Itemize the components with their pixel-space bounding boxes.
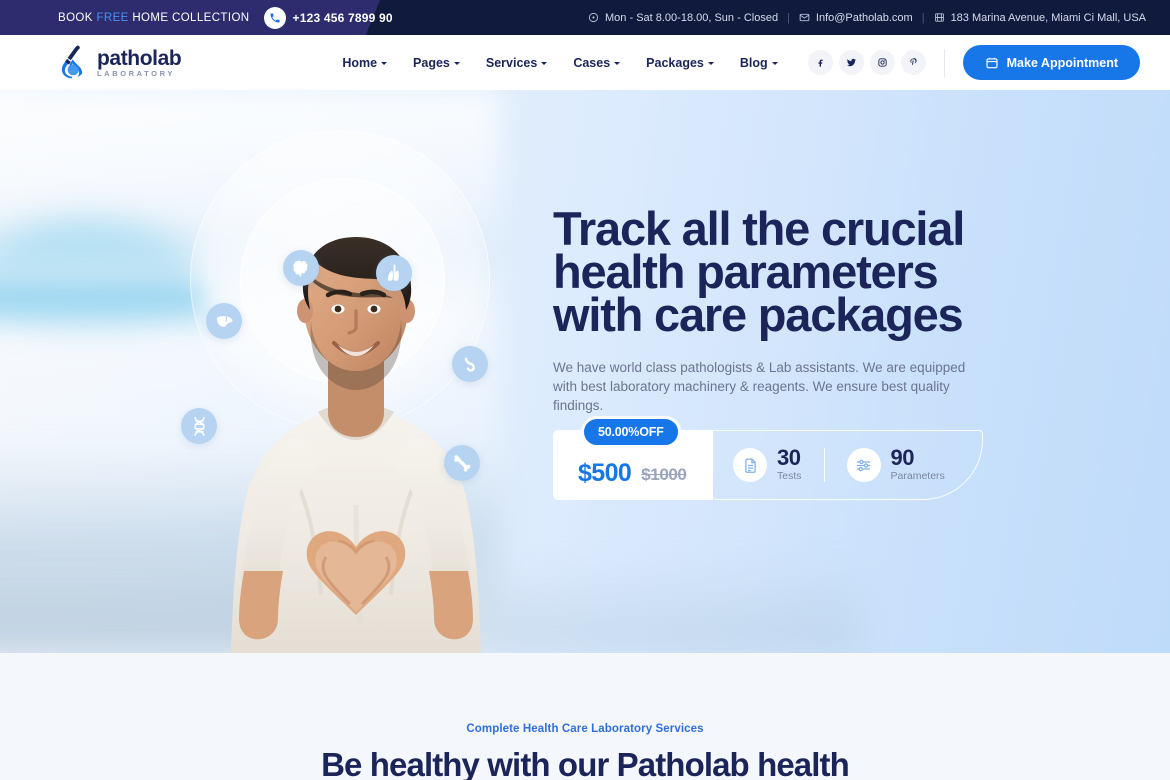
stat-label: Tests [777, 470, 802, 482]
hero-person-photo [231, 237, 481, 653]
section-eyebrow: Complete Health Care Laboratory Services [466, 723, 704, 735]
nav-item-services[interactable]: Services [485, 55, 548, 70]
address-text: 183 Marina Avenue, Miami Ci Mall, USA [950, 11, 1146, 24]
twitter-icon[interactable] [838, 50, 864, 75]
top-bar: BOOK FREE HOME COLLECTION +123 456 7899 … [0, 0, 1170, 35]
hero-title-line-1: Track all the crucial [553, 202, 965, 255]
hero-description: We have world class pathologists & Lab a… [553, 360, 966, 413]
separator-2: | [921, 11, 925, 24]
stats-box: 30 Tests 90 Parameters [713, 430, 983, 500]
book-prefix: BOOK [58, 11, 97, 24]
section-title: Be healthy with our Patholab health [321, 746, 850, 780]
price-stats-card: 50.00%OFF $500 $1000 30 Tests 90 Paramet… [553, 416, 983, 500]
stat-label: Parameters [890, 470, 945, 482]
sliders-icon [846, 448, 881, 482]
top-bar-right: Mon - Sat 8.00-18.00, Sun - Closed | Inf… [588, 0, 1146, 35]
make-appointment-label: Make Appointment [1006, 55, 1118, 70]
price-box: 50.00%OFF $500 $1000 [553, 416, 713, 500]
hero-text-block: Track all the crucial health parameters … [553, 202, 998, 415]
nav-label: Blog [739, 55, 768, 70]
stat-tests: 30 Tests [733, 445, 802, 483]
top-bar-left: BOOK FREE HOME COLLECTION +123 456 7899 … [0, 6, 393, 29]
page-title: Track all the crucial health parameters … [553, 202, 998, 341]
nav-item-cases[interactable]: Cases [573, 55, 621, 70]
logo-name: patholab [97, 46, 182, 70]
hero-visual [150, 90, 550, 653]
instagram-icon[interactable] [869, 50, 895, 75]
separator-1: | [787, 11, 790, 24]
mail-icon [799, 12, 810, 23]
chevron-down-icon [707, 62, 714, 65]
address-item: 183 Marina Avenue, Miami Ci Mall, USA [934, 12, 1146, 24]
header-divider [943, 48, 945, 77]
logo[interactable]: patholab LABORATORY [55, 44, 182, 82]
stat-parameters-text: 90 Parameters [890, 445, 945, 483]
pinterest-icon[interactable] [900, 50, 926, 75]
lungs-icon [376, 255, 412, 291]
book-suffix: HOME COLLECTION [128, 11, 250, 24]
nav-label: Home [342, 55, 378, 70]
opening-hours-text: Mon - Sat 8.00-18.00, Sun - Closed [605, 11, 779, 24]
services-intro-section: Complete Health Care Laboratory Services… [0, 653, 1170, 780]
chevron-down-icon [614, 62, 621, 65]
phone-icon [263, 6, 286, 29]
stat-tests-text: 30 Tests [777, 445, 802, 483]
bone-icon [444, 445, 480, 481]
price-current: $500 [578, 459, 632, 487]
hero-title-line-2: health parameters [553, 245, 939, 298]
building-icon [934, 12, 945, 23]
opening-hours: Mon - Sat 8.00-18.00, Sun - Closed [588, 12, 778, 24]
dna-icon [181, 408, 217, 444]
nav-label: Packages [646, 55, 704, 70]
stat-parameters: 90 Parameters [846, 445, 945, 483]
nav-label: Services [485, 55, 538, 70]
stat-value: 30 [777, 445, 801, 470]
email-text: Info@Patholab.com [815, 11, 913, 24]
stomach-icon [452, 346, 488, 382]
top-bar-phone[interactable]: +123 456 7899 90 [263, 6, 393, 29]
social-links [807, 50, 926, 75]
nav-label: Pages [413, 55, 450, 70]
phone-number: +123 456 7899 90 [292, 10, 393, 25]
nav-item-blog[interactable]: Blog [740, 56, 778, 70]
stats-divider [823, 448, 825, 482]
discount-badge: 50.00%OFF [581, 416, 681, 448]
facebook-icon[interactable] [807, 50, 833, 75]
nav-item-home[interactable]: Home [342, 55, 388, 70]
price-original: $1000 [641, 465, 687, 484]
logo-subtitle: LABORATORY [97, 68, 175, 78]
brain-icon [283, 250, 319, 286]
hero-section: Track all the crucial health parameters … [0, 90, 1170, 653]
stat-value: 90 [890, 445, 915, 470]
clock-icon [588, 12, 599, 23]
chevron-down-icon [771, 62, 778, 65]
chevron-down-icon [541, 62, 548, 65]
chevron-down-icon [381, 62, 388, 65]
report-document-icon [733, 448, 767, 482]
nav-item-packages[interactable]: Packages [646, 56, 714, 70]
hero-title-line-3: with care packages [553, 288, 964, 341]
chevron-down-icon [453, 62, 460, 65]
liver-icon [206, 303, 242, 339]
nav-item-pages[interactable]: Pages [413, 56, 460, 70]
site-header: patholab LABORATORY Home Pages Services … [0, 35, 1170, 90]
email-link[interactable]: Info@Patholab.com [799, 12, 913, 24]
book-free-highlight: FREE [96, 11, 129, 24]
book-collection-text: BOOK FREE HOME COLLECTION [58, 12, 250, 24]
nav-label: Cases [573, 55, 611, 70]
calendar-icon [985, 56, 999, 70]
logo-text: patholab LABORATORY [97, 46, 182, 78]
main-navigation: Home Pages Services Cases Packages Blog [342, 55, 778, 70]
make-appointment-button[interactable]: Make Appointment [962, 45, 1140, 80]
flask-drop-icon [55, 44, 89, 82]
